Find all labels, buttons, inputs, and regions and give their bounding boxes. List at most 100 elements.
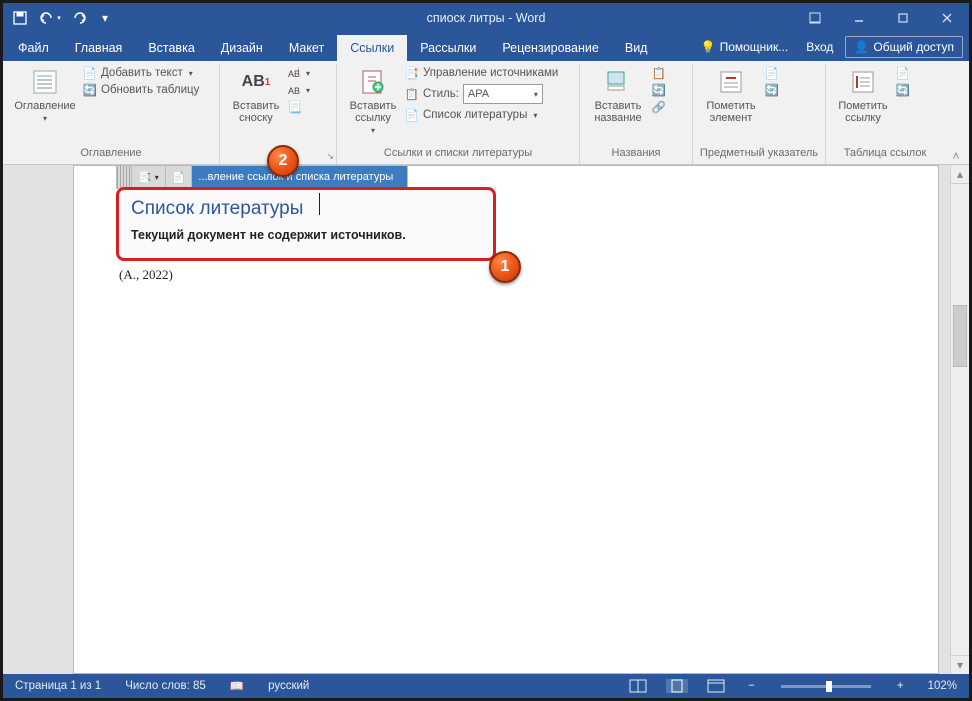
add-text-button[interactable]: 📄Добавить текст▾ — [83, 66, 199, 80]
style-select[interactable]: APA▾ — [463, 84, 543, 104]
svg-text:i: i — [298, 68, 299, 74]
share-button[interactable]: 👤Общий доступ — [845, 36, 963, 58]
tab-view[interactable]: Вид — [612, 35, 661, 61]
manage-sources-label: Управление источниками — [423, 67, 558, 79]
tab-review[interactable]: Рецензирование — [489, 35, 612, 61]
insert-caption-label: Вставить название — [594, 100, 641, 124]
page-status[interactable]: Страница 1 из 1 — [11, 680, 105, 692]
tab-home[interactable]: Главная — [62, 35, 136, 61]
manage-sources-icon: 📑 — [405, 66, 419, 80]
zoom-thumb[interactable] — [826, 681, 832, 692]
bibliographies-menu-button[interactable]: 📑▾ — [132, 166, 166, 188]
group-label-captions: Названия — [580, 142, 693, 164]
group-label-index: Предметный указатель — [693, 142, 826, 164]
collapse-ribbon-icon[interactable]: ˄ — [949, 149, 963, 163]
tab-file[interactable]: Файл — [5, 35, 62, 61]
add-text-label: Добавить текст — [101, 67, 183, 79]
maximize-icon[interactable] — [881, 3, 925, 33]
update-citations-button[interactable]: ...вление ссылок и списка литературы — [192, 166, 407, 188]
redo-icon[interactable] — [69, 7, 91, 29]
toc-label: Оглавление — [14, 100, 75, 112]
insert-citation-button[interactable]: Вставить ссылку ▾ — [343, 64, 403, 142]
ribbon-tabs: Файл Главная Вставка Дизайн Макет Ссылки… — [3, 33, 969, 61]
vertical-scrollbar[interactable]: ▴ ▾ — [950, 165, 969, 674]
update-toa-button[interactable]: 🔄 — [896, 83, 910, 97]
content-control-toolbar: 📑▾ 📄 ...вление ссылок и списка литератур… — [116, 165, 408, 189]
show-notes-icon: 📃 — [288, 100, 302, 114]
zoom-out-button[interactable]: − — [744, 680, 759, 692]
insert-index-icon: 📄 — [765, 66, 779, 80]
update-toc-button[interactable]: 🔄Обновить таблицу — [83, 83, 199, 97]
update-citations-label: ...вление ссылок и списка литературы — [198, 171, 393, 183]
bibliography-icon: 📄 — [405, 108, 419, 122]
insert-toa-button[interactable]: 📄 — [896, 66, 910, 80]
cross-ref-icon: 🔗 — [652, 100, 666, 114]
undo-icon[interactable]: ▾ — [39, 7, 61, 29]
insert-index-button[interactable]: 📄 — [765, 66, 779, 80]
text-cursor — [319, 193, 320, 215]
signin-button[interactable]: Вход — [800, 36, 839, 58]
mark-citation-button[interactable]: Пометить ссылку — [832, 64, 894, 142]
language-status[interactable]: русский — [264, 680, 313, 692]
scroll-up-icon[interactable]: ▴ — [951, 165, 969, 184]
qat-customize-icon[interactable]: ▾ — [99, 7, 111, 29]
manage-sources-button[interactable]: 📑 Управление источниками — [405, 66, 558, 80]
cross-ref-button[interactable]: 🔗 — [652, 100, 666, 114]
scroll-thumb[interactable] — [953, 305, 967, 367]
tab-mailings[interactable]: Рассылки — [407, 35, 489, 61]
mark-entry-button[interactable]: Пометить элемент — [699, 64, 763, 142]
document-icon: 📄 — [172, 171, 186, 184]
table-of-figures-button[interactable]: 📋 — [652, 66, 666, 80]
group-label-citations: Ссылки и списки литературы — [337, 142, 580, 164]
scroll-down-icon[interactable]: ▾ — [951, 655, 969, 674]
update-toc-label: Обновить таблицу — [101, 84, 199, 96]
drag-handle-icon[interactable] — [117, 166, 132, 188]
tab-references[interactable]: Ссылки — [337, 35, 407, 61]
web-layout-icon[interactable] — [704, 680, 728, 692]
mark-entry-label: Пометить элемент — [706, 100, 755, 124]
next-footnote-button[interactable]: AB▾ — [288, 83, 310, 97]
convert-to-static-button[interactable]: 📄 — [166, 166, 193, 188]
callout-badge-1: 1 — [489, 251, 521, 283]
update-tof-button[interactable]: 🔄 — [652, 83, 666, 97]
proofing-button[interactable]: 📖 — [226, 679, 248, 693]
tab-insert[interactable]: Вставка — [135, 35, 207, 61]
tab-layout[interactable]: Макет — [276, 35, 337, 61]
zoom-slider[interactable] — [781, 685, 871, 688]
minimize-icon[interactable] — [837, 3, 881, 33]
insert-caption-button[interactable]: Вставить название — [586, 64, 650, 142]
add-text-icon: 📄 — [83, 66, 97, 80]
print-layout-icon[interactable] — [666, 679, 688, 693]
word-count[interactable]: Число слов: 85 — [121, 680, 210, 692]
tellme-button[interactable]: 💡Помощник... — [695, 36, 795, 58]
mark-entry-icon — [717, 68, 745, 96]
update-index-icon: 🔄 — [765, 83, 779, 97]
callout-badge-2: 2 — [267, 145, 299, 177]
citation-icon — [359, 68, 387, 96]
update-index-button[interactable]: 🔄 — [765, 83, 779, 97]
quick-access-toolbar: ▾ ▾ — [3, 7, 117, 29]
footnote-icon: AB1 — [242, 68, 270, 96]
caption-icon — [604, 68, 632, 96]
bibliographies-icon: 📑 — [138, 171, 152, 184]
citation-text[interactable]: (A., 2022) — [119, 267, 173, 283]
close-icon[interactable] — [925, 3, 969, 33]
insert-footnote-button[interactable]: AB1 Вставить сноску — [226, 64, 286, 142]
show-notes-button[interactable]: 📃 — [288, 100, 310, 114]
bibliography-content-box[interactable]: Список литературы Текущий документ не со… — [116, 187, 496, 261]
dialog-launcher-icon[interactable]: ↘ — [326, 151, 334, 162]
tab-design[interactable]: Дизайн — [208, 35, 276, 61]
tof-icon: 📋 — [652, 66, 666, 80]
read-mode-icon[interactable] — [626, 680, 650, 692]
chevron-down-icon: ▾ — [306, 69, 310, 78]
endnote-button[interactable]: ABi▾ — [288, 66, 310, 80]
zoom-level[interactable]: 102% — [924, 680, 961, 692]
toc-button[interactable]: Оглавление ▾ — [9, 64, 81, 142]
bibliography-button[interactable]: 📄Список литературы▾ — [405, 108, 558, 122]
ribbon-options-icon[interactable] — [793, 3, 837, 33]
style-selector[interactable]: 📋 Стиль: APA▾ — [405, 84, 558, 104]
bulb-icon: 💡 — [701, 40, 716, 54]
zoom-in-button[interactable]: + — [893, 680, 908, 692]
share-label: Общий доступ — [873, 40, 954, 54]
save-icon[interactable] — [9, 7, 31, 29]
